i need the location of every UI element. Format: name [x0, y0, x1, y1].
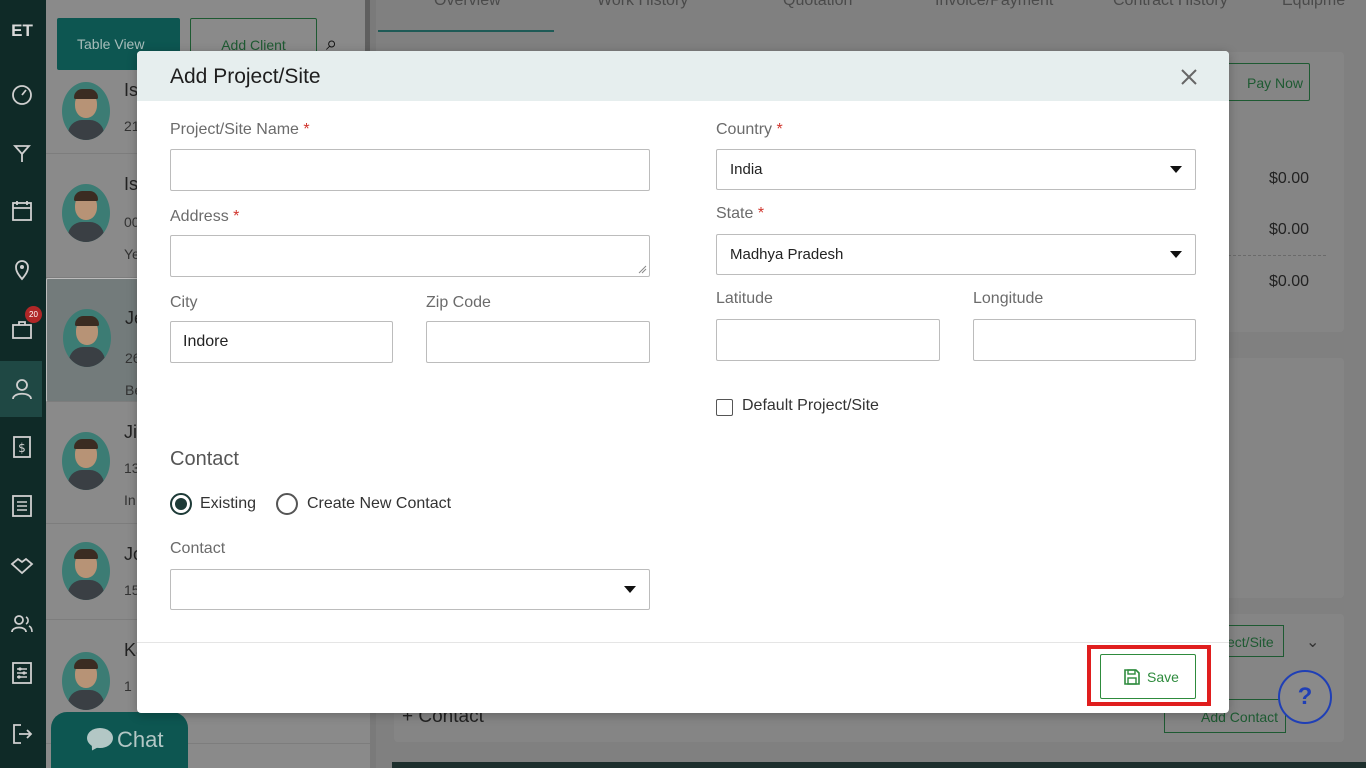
map-pin-icon[interactable] — [9, 257, 35, 283]
longitude-input[interactable] — [973, 319, 1196, 361]
table-view-label: Table View — [77, 36, 145, 52]
logout-icon[interactable] — [9, 721, 35, 747]
required-marker: * — [233, 208, 240, 225]
modal-footer-divider — [137, 642, 1229, 643]
new-contact-radio[interactable] — [276, 493, 298, 515]
required-marker: * — [776, 121, 783, 138]
required-marker: * — [757, 205, 765, 222]
address-label: Address * — [170, 208, 239, 226]
dropdown-caret-icon — [1170, 251, 1182, 258]
default-project-checkbox[interactable] — [716, 399, 733, 416]
add-project-modal: Add Project/Site Project/Site Name * Add… — [137, 51, 1229, 713]
latitude-input[interactable] — [716, 319, 940, 361]
state-label: State * — [716, 205, 764, 223]
client-name: Is — [124, 174, 139, 194]
avatar — [62, 184, 110, 242]
contact-section-title: Contact — [170, 448, 239, 470]
state-select[interactable]: Madhya Pradesh — [716, 234, 1196, 275]
chat-bubble-icon — [87, 728, 113, 748]
settings-sliders-icon[interactable] — [9, 660, 35, 686]
divider — [1228, 255, 1326, 256]
modal-title: Add Project/Site — [170, 65, 321, 88]
project-name-label-text: Project/Site Name — [170, 121, 299, 138]
nav-rail: ET 20 $ — [0, 0, 46, 768]
pay-now-label: Pay Now — [1247, 75, 1304, 91]
tab-overview[interactable]: Overview — [434, 0, 501, 10]
new-contact-label: Create New Contact — [307, 495, 452, 512]
active-tab-indicator — [378, 30, 554, 32]
chat-button[interactable]: Chat — [51, 712, 188, 768]
modal-header: Add Project/Site — [137, 51, 1229, 101]
svg-text:$: $ — [18, 441, 26, 455]
country-select[interactable]: India — [716, 149, 1196, 190]
dropdown-caret-icon — [1170, 166, 1182, 173]
state-value: Madhya Pradesh — [730, 246, 844, 263]
team-icon[interactable] — [9, 611, 35, 637]
app-logo: ET — [11, 21, 33, 40]
tab-work-history[interactable]: Work History — [597, 0, 688, 10]
client-name: Is — [124, 80, 139, 100]
tab-contract-history[interactable]: Contract History — [1113, 0, 1228, 10]
zip-code-input[interactable] — [426, 321, 650, 363]
dashboard-icon[interactable] — [9, 82, 35, 108]
existing-contact-radio[interactable] — [170, 493, 192, 515]
amount-value: $0.00 — [1269, 273, 1310, 290]
avatar — [62, 82, 110, 140]
tab-equipment[interactable]: Equipme — [1282, 0, 1345, 10]
invoice-dollar-icon[interactable]: $ — [9, 434, 35, 460]
dropdown-caret-icon — [624, 586, 636, 593]
calendar-icon[interactable] — [9, 198, 35, 224]
longitude-label: Longitude — [973, 290, 1044, 307]
chevron-down-icon[interactable]: ⌄ — [1306, 632, 1319, 652]
help-button[interactable]: ? — [1278, 670, 1332, 724]
client-detail: 1 — [124, 678, 132, 694]
leads-icon[interactable] — [9, 140, 35, 166]
zip-code-label: Zip Code — [426, 294, 491, 311]
default-project-label: Default Project/Site — [742, 397, 879, 414]
avatar — [62, 652, 110, 710]
address-label-text: Address — [170, 208, 229, 225]
state-label-text: State — [716, 205, 754, 222]
handshake-icon[interactable] — [9, 552, 35, 578]
client-name: Ji — [124, 422, 137, 442]
add-project-label: ect/Site — [1227, 634, 1274, 650]
amount-value: $0.00 — [1269, 170, 1310, 187]
resize-grip-icon[interactable] — [638, 265, 647, 274]
project-name-label: Project/Site Name * — [170, 121, 310, 139]
contact-select-label: Contact — [170, 540, 226, 557]
contact-select[interactable] — [170, 569, 650, 610]
avatar — [62, 542, 110, 600]
country-label: Country * — [716, 121, 783, 139]
avatar — [62, 432, 110, 490]
country-value: India — [730, 161, 763, 178]
latitude-label: Latitude — [716, 290, 773, 307]
city-label: City — [170, 294, 198, 311]
avatar — [63, 309, 111, 367]
city-input[interactable] — [170, 321, 393, 363]
required-marker: * — [303, 121, 310, 138]
address-textarea[interactable] — [170, 235, 650, 277]
amount-value: $0.00 — [1269, 221, 1310, 238]
chat-label: Chat — [117, 727, 164, 752]
bottom-bar — [392, 762, 1366, 768]
notification-badge: 20 — [25, 306, 42, 323]
save-highlight-box — [1087, 645, 1211, 706]
client-detail: In — [124, 492, 136, 508]
tab-quotation[interactable]: Quotation — [783, 0, 852, 10]
list-icon[interactable] — [9, 493, 35, 519]
existing-contact-label: Existing — [200, 495, 257, 512]
tab-invoice-payment[interactable]: Invoice/Payment — [935, 0, 1053, 10]
project-name-input[interactable] — [170, 149, 650, 191]
pay-now-button[interactable]: Pay Now — [1222, 63, 1310, 101]
detail-tabs: Overview Work History Quotation Invoice/… — [376, 0, 1366, 32]
country-label-text: Country — [716, 121, 773, 138]
client-user-icon[interactable] — [9, 376, 35, 402]
close-icon[interactable] — [1177, 65, 1201, 89]
